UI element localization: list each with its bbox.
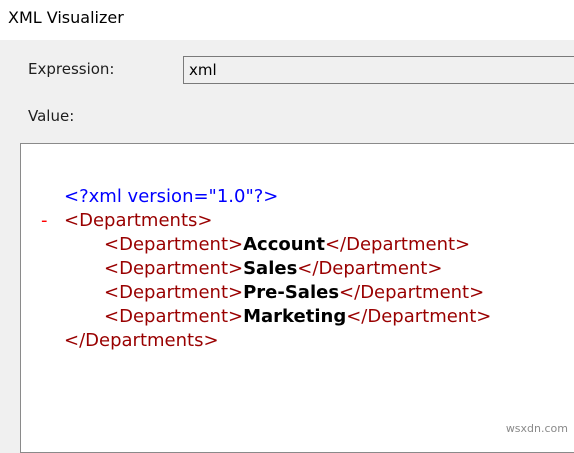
department-node: <Department>Account</Department> xyxy=(104,234,470,258)
expression-input[interactable] xyxy=(183,56,574,84)
department-close-tag: </Department> xyxy=(297,258,443,279)
value-label: Value: xyxy=(28,107,75,125)
root-close-tag: </Departments> xyxy=(64,330,219,351)
department-close-tag: </Department> xyxy=(346,306,492,327)
xml-value-pane[interactable]: <?xml version="1.0"?> - <Departments> <D… xyxy=(20,143,574,453)
department-open-tag: <Department> xyxy=(104,258,244,279)
department-open-tag: <Department> xyxy=(104,282,244,303)
xml-declaration-line: <?xml version="1.0"?> xyxy=(64,186,278,210)
collapse-toggle[interactable]: - xyxy=(41,210,48,231)
root-close-line: </Departments> xyxy=(64,330,219,354)
xml-declaration: <?xml version="1.0"?> xyxy=(64,186,279,207)
department-name: Marketing xyxy=(243,306,347,327)
expression-label: Expression: xyxy=(28,60,115,78)
department-name: Pre-Sales xyxy=(243,282,340,303)
department-node: <Department>Sales</Department> xyxy=(104,258,442,282)
root-open-line: <Departments> xyxy=(64,210,212,234)
department-node: <Department>Marketing</Department> xyxy=(104,306,491,330)
department-close-tag: </Department> xyxy=(324,234,471,255)
root-open-tag: <Departments> xyxy=(64,210,213,231)
department-open-tag: <Department> xyxy=(104,234,244,255)
department-node: <Department>Pre-Sales</Department> xyxy=(104,282,484,306)
window-title: XML Visualizer xyxy=(8,8,124,27)
department-name: Account xyxy=(243,234,325,255)
department-open-tag: <Department> xyxy=(104,306,244,327)
watermark: wsxdn.com xyxy=(505,422,568,435)
title-bar: XML Visualizer xyxy=(0,0,574,40)
department-name: Sales xyxy=(243,258,298,279)
department-close-tag: </Department> xyxy=(339,282,485,303)
